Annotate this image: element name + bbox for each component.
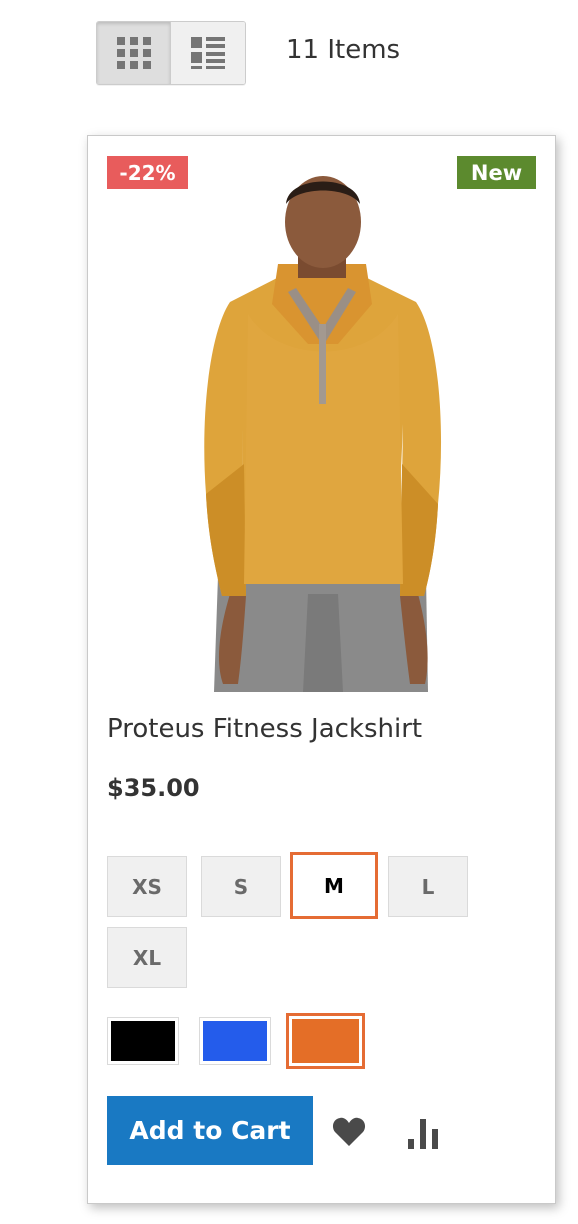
color-option-blue[interactable] xyxy=(199,1017,271,1065)
color-fill-blue xyxy=(203,1021,267,1061)
items-count: 11 Items xyxy=(286,35,401,65)
color-fill-black xyxy=(111,1021,175,1061)
color-option-orange[interactable] xyxy=(286,1013,365,1069)
discount-badge: -22% xyxy=(107,156,188,189)
color-option-black[interactable] xyxy=(107,1017,179,1065)
size-option-s[interactable]: S xyxy=(201,856,281,917)
heart-icon[interactable] xyxy=(332,1116,366,1148)
size-option-xs[interactable]: XS xyxy=(107,856,187,917)
size-option-l[interactable]: L xyxy=(388,856,468,917)
grid-view-button[interactable] xyxy=(97,22,171,84)
view-mode-switch xyxy=(96,21,246,85)
new-badge: New xyxy=(457,156,536,189)
color-fill-orange xyxy=(292,1019,359,1063)
product-price: $35.00 xyxy=(107,774,200,802)
compare-icon[interactable] xyxy=(408,1119,444,1149)
list-icon xyxy=(191,37,225,69)
toolbar: 11 Items xyxy=(96,21,400,85)
grid-icon xyxy=(116,37,151,69)
size-option-m[interactable]: M xyxy=(290,852,378,919)
size-option-xl[interactable]: XL xyxy=(107,927,187,988)
list-view-button[interactable] xyxy=(171,22,245,84)
product-name[interactable]: Proteus Fitness Jackshirt xyxy=(107,714,422,744)
product-image[interactable] xyxy=(178,164,468,692)
add-to-cart-button[interactable]: Add to Cart xyxy=(107,1096,313,1165)
product-card[interactable]: -22% New Proteus Fitness Jackshirt $35.0… xyxy=(87,135,556,1204)
